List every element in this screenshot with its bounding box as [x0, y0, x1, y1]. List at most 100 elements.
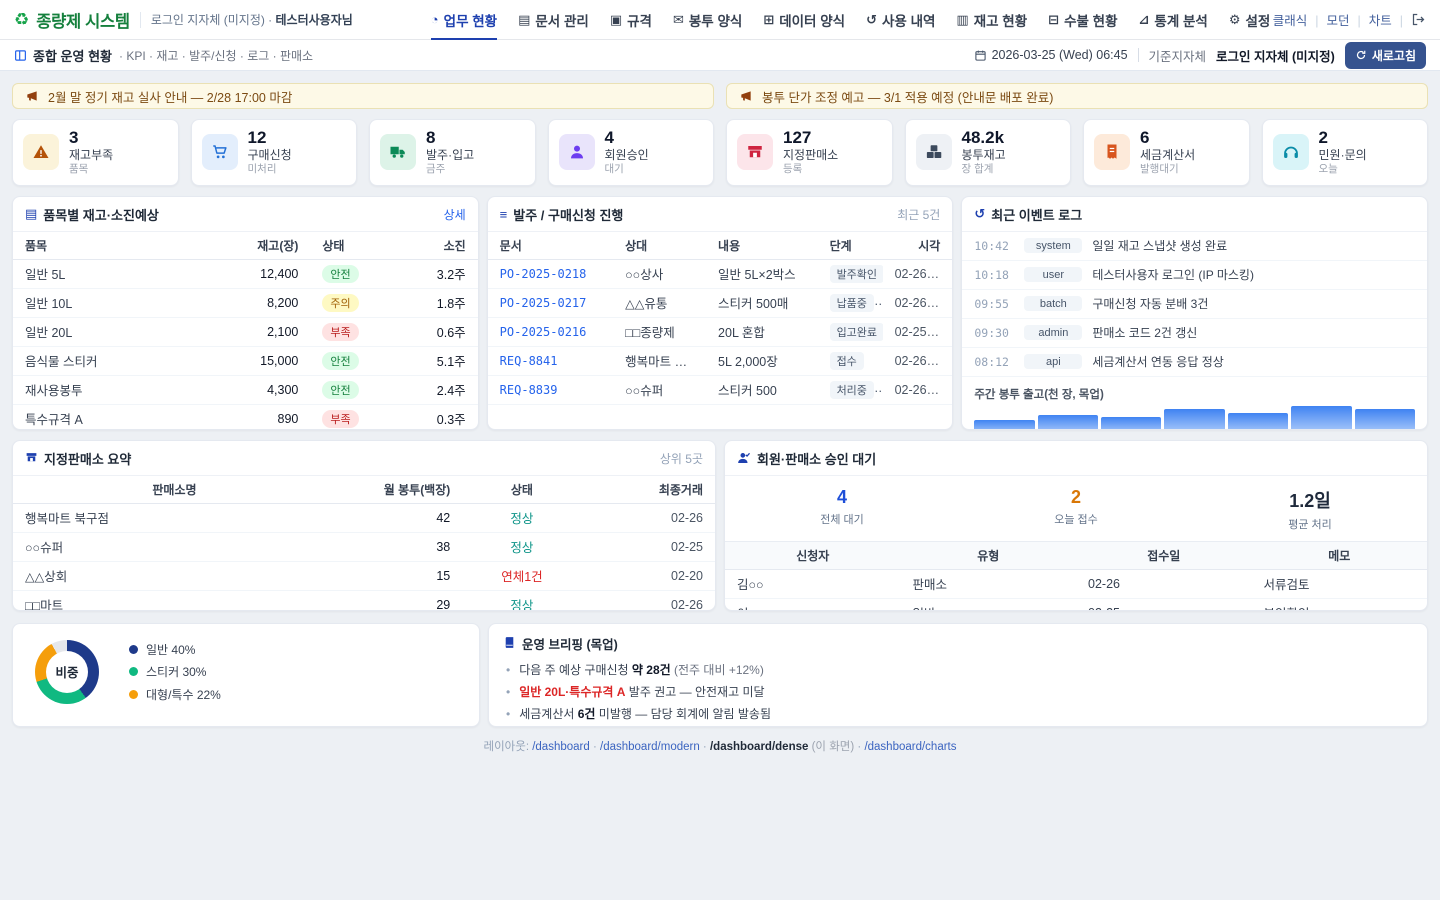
order-time: 02-26 09:05	[883, 288, 953, 317]
inventory-row: 특수규격 A 890 부족 0.3주	[13, 404, 478, 430]
table-icon: ⊞	[763, 13, 774, 26]
divider	[140, 12, 141, 28]
inventory-icon: ▥	[956, 13, 968, 26]
nav-label: 설정	[1246, 10, 1271, 30]
nav-item[interactable]: ⊟ 수불 현황	[1048, 0, 1117, 40]
kpi-sublabel: 품목	[69, 163, 113, 177]
item-stock: 15,000	[217, 346, 310, 375]
event-log-panel: ↺최근 이벤트 로그 10:42 system 일일 재고 스냅샷 생성 완료 …	[961, 196, 1428, 430]
kpi-label: 구매신청	[248, 148, 292, 164]
nav-item[interactable]: ↺ 사용 내역	[866, 0, 935, 40]
kpi-value: 8	[426, 128, 474, 148]
kpi-card[interactable]: 2 민원·문의 오늘	[1262, 119, 1429, 186]
item-name: 일반 10L	[13, 288, 217, 317]
stage-badge: 처리중	[830, 381, 874, 399]
nav-item[interactable]: ◔ 업무 현황	[431, 0, 497, 40]
order-partner: △△유통	[613, 288, 706, 317]
doc-link[interactable]: REQ-8841	[488, 346, 613, 375]
nav-label: 데이터 양식	[779, 10, 845, 30]
inventory-panel: ▤품목별 재고·소진예상 상세 품목 재고(장) 상태 소진 일반 5L 12,…	[12, 196, 479, 430]
kpi-card[interactable]: 12 구매신청 미처리	[191, 119, 358, 186]
order-desc: 일반 5L×2박스	[706, 259, 818, 288]
order-row: REQ-8841 행복마트 북... 5L 2,000장 접수 02-26 09…	[488, 346, 953, 375]
inventory-detail-link[interactable]: 상세	[444, 206, 466, 223]
col-header: 소진	[389, 232, 477, 260]
notice-banner: 봉투 단가 조정 예고 — 3/1 적용 예정 (안내문 배포 완료)	[726, 83, 1428, 109]
legend-label: 대형/특수 22%	[146, 686, 221, 703]
log-text: 테스터사용자 로그인 (IP 마스킹)	[1092, 266, 1254, 283]
item-depletion: 0.6주	[389, 317, 477, 346]
kpi-card[interactable]: 4 회원승인 대기	[548, 119, 715, 186]
kpi-card[interactable]: 6 세금계산서 발행대기	[1083, 119, 1250, 186]
layout-link[interactable]: 차트	[1369, 14, 1392, 28]
nav-label: 수불 현황	[1064, 10, 1117, 30]
col-header: 상태	[310, 232, 389, 260]
order-time: 02-26 09:12	[883, 346, 953, 375]
nav-label: 봉투 양식	[689, 10, 742, 30]
login-entity: 로그인 지자체 (미지정) ·	[151, 13, 276, 27]
nav-label: 문서 관리	[535, 10, 588, 30]
status-badge: 부족	[322, 323, 358, 341]
log-row: 09:30 admin 판매소 코드 2건 갱신	[962, 319, 1427, 348]
nav-item[interactable]: ⊞ 데이터 양식	[763, 0, 845, 40]
legend-item: 스티커 30%	[129, 663, 221, 680]
footer-link[interactable]: (이 화면)	[812, 741, 855, 753]
main-nav: ◔ 업무 현황 ▤ 문서 관리 ▣ 규격 ✉ 봉투 양식 ⊞ 데이터 양식	[431, 0, 1271, 40]
kpi-card[interactable]: 8 발주·입고 금주	[369, 119, 536, 186]
item-depletion: 3.2주	[389, 259, 477, 288]
divider: |	[1357, 14, 1360, 28]
nav-label: 재고 현황	[974, 10, 1027, 30]
order-desc: 20L 혼합	[706, 317, 818, 346]
doc-link[interactable]: PO-2025-0217	[488, 288, 613, 317]
kpi-card[interactable]: 3 재고부족 품목	[12, 119, 179, 186]
nav-item[interactable]: ⊿ 통계 분석	[1139, 0, 1208, 40]
nav-item[interactable]: ⚙ 설정	[1229, 0, 1271, 40]
footer-link[interactable]: /dashboard	[532, 741, 590, 753]
col-header: 최종거래	[582, 476, 715, 504]
megaphone-icon	[25, 89, 39, 103]
book-icon	[503, 636, 516, 651]
order-time: 02-26 08:45	[883, 375, 953, 404]
layout-link[interactable]: 클래식	[1273, 14, 1308, 28]
ledger-icon: ⊟	[1048, 13, 1059, 26]
application-date: 02-25	[1076, 598, 1252, 611]
nav-label: 통계 분석	[1154, 10, 1207, 30]
stat-block: 1.2일 평균 처리	[1193, 487, 1427, 532]
log-row: 10:42 system 일일 재고 스냅샷 생성 완료	[962, 232, 1427, 261]
col-header: 상태	[462, 476, 581, 504]
order-time: 02-26 10:20	[883, 259, 953, 288]
doc-link[interactable]: PO-2025-0218	[488, 259, 613, 288]
doc-link[interactable]: PO-2025-0216	[488, 317, 613, 346]
bar-column: 일	[1355, 409, 1415, 430]
briefing-item: •다음 주 예상 구매신청 약 28건 (전주 대비 +12%)	[503, 659, 1413, 681]
refresh-button[interactable]: 새로고침	[1345, 42, 1426, 69]
calendar-icon	[974, 49, 987, 62]
order-desc: 5L 2,000장	[706, 346, 818, 375]
current-datetime: 2026-03-25 (Wed) 06:45	[974, 48, 1128, 62]
nav-item[interactable]: ▥ 재고 현황	[956, 0, 1027, 40]
store-name: □□마트	[13, 590, 336, 611]
event-log-list: 10:42 system 일일 재고 스냅샷 생성 완료 10:18 user …	[962, 232, 1427, 377]
nav-item[interactable]: ▣ 규격	[610, 0, 652, 40]
doc-link[interactable]: REQ-8839	[488, 375, 613, 404]
kpi-card[interactable]: 48.2k 봉투재고 장 합계	[905, 119, 1072, 186]
nav-item[interactable]: ▤ 문서 관리	[518, 0, 589, 40]
logout-icon[interactable]	[1411, 12, 1426, 27]
store-status: 정상	[510, 599, 533, 611]
store-amount: 15	[336, 561, 462, 590]
app-brand: ♻ 종량제 시스템	[14, 8, 130, 32]
footer-link[interactable]: /dashboard/dense	[710, 741, 808, 753]
kpi-label: 지정판매소	[783, 148, 838, 164]
footer-link[interactable]: /dashboard/modern	[600, 741, 700, 753]
store-icon	[737, 134, 773, 170]
kpi-card[interactable]: 127 지정판매소 등록	[726, 119, 893, 186]
panel-title: ↺최근 이벤트 로그	[974, 205, 1082, 224]
layout-link[interactable]: 모던	[1326, 14, 1349, 28]
order-partner: 행복마트 북...	[613, 346, 706, 375]
col-header: 판매소명	[13, 476, 336, 504]
nav-label: 사용 내역	[882, 10, 935, 30]
store-last-trade: 02-26	[582, 503, 715, 532]
nav-item[interactable]: ✉ 봉투 양식	[673, 0, 742, 40]
store-last-trade: 02-20	[582, 561, 715, 590]
footer-link[interactable]: /dashboard/charts	[864, 741, 956, 753]
